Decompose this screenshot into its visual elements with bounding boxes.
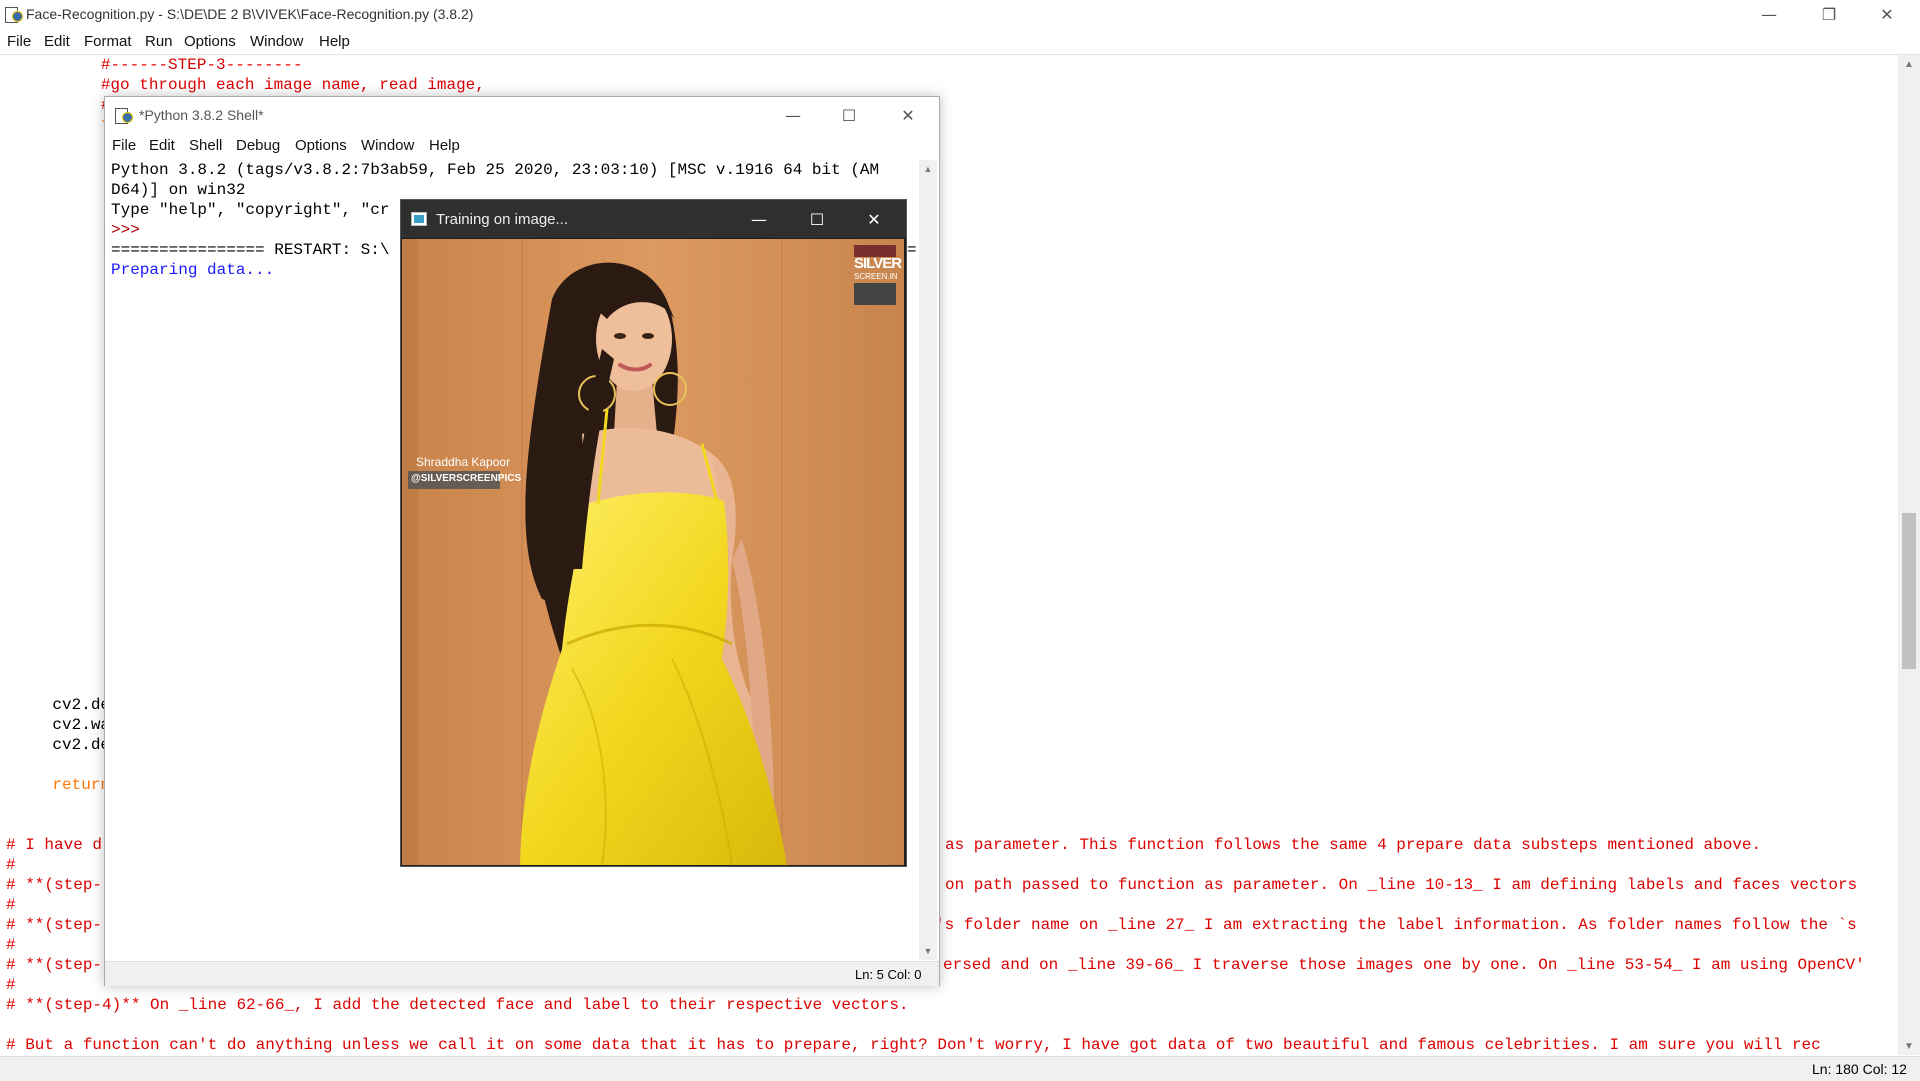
shell-menubar: File Edit Shell Debug Options Window Hel…	[105, 133, 939, 159]
menu-window[interactable]: Window	[250, 33, 303, 50]
scroll-up-icon[interactable]: ▲	[919, 164, 937, 174]
editor-cursor-position: Ln: 180 Col: 12	[1812, 1061, 1907, 1077]
opencv-window-icon	[411, 212, 427, 226]
code-line: cv2.wa	[14, 716, 111, 734]
menu-help[interactable]: Help	[319, 33, 350, 50]
shell-statusbar: Ln: 5 Col: 0	[105, 961, 939, 986]
photo-caption-name: Shraddha Kapoor	[416, 455, 511, 469]
shell-menu-help[interactable]: Help	[429, 137, 460, 154]
shell-cursor-position: Ln: 5 Col: 0	[855, 967, 922, 982]
comment-line: as parameter. This function follows the …	[945, 836, 1762, 854]
close-button[interactable]: ✕	[1864, 0, 1910, 29]
menu-edit[interactable]: Edit	[44, 33, 70, 50]
scroll-down-icon[interactable]: ▼	[1898, 1041, 1920, 1052]
comment-line: #	[6, 856, 16, 874]
training-close-button[interactable]: ✕	[845, 200, 903, 238]
training-window-title: Training on image...	[436, 211, 569, 228]
training-image-window: Training on image... — ☐ ✕ SILVER SCREEN…	[400, 199, 907, 867]
shell-menu-options[interactable]: Options	[295, 137, 347, 154]
watermark-logo: SILVER	[854, 255, 902, 272]
shell-window-title: *Python 3.8.2 Shell*	[139, 107, 264, 123]
editor-menubar: File Edit Format Run Options Window Help	[0, 29, 1920, 55]
minimize-button[interactable]: —	[1746, 0, 1792, 29]
comment-line: ersed and on _line 39-66_ I traverse tho…	[943, 956, 1865, 974]
shell-prompt: >>>	[111, 221, 150, 239]
shell-line: Python 3.8.2 (tags/v3.8.2:7b3ab59, Feb 2…	[111, 161, 880, 179]
shell-menu-shell[interactable]: Shell	[189, 137, 222, 154]
shell-minimize-button[interactable]: —	[768, 97, 818, 133]
photo-caption-handle: @SILVERSCREENPICS	[411, 473, 522, 484]
shell-titlebar: *Python 3.8.2 Shell* — ☐ ✕	[105, 97, 939, 133]
restore-button[interactable]: ❐	[1806, 0, 1852, 29]
training-photo: SILVER SCREEN.IN Shraddha Kapoor @SILVER…	[402, 239, 904, 865]
comment-line: # I have d	[6, 836, 103, 854]
training-maximize-button[interactable]: ☐	[788, 200, 846, 238]
scroll-down-icon[interactable]: ▼	[919, 946, 937, 956]
shell-line: Preparing data...	[111, 261, 275, 279]
shell-line-fragment: =	[907, 241, 917, 259]
comment-line: #	[6, 936, 16, 954]
portrait-photo	[402, 239, 904, 865]
menu-run[interactable]: Run	[145, 33, 173, 50]
shell-menu-file[interactable]: File	[112, 137, 136, 154]
comment-line: # **(step-	[6, 956, 103, 974]
code-line: #------STEP-3--------	[24, 56, 303, 74]
shell-vertical-scrollbar[interactable]: ▲ ▼	[919, 160, 937, 960]
shell-close-button[interactable]: ✕	[883, 97, 933, 133]
shell-line: D64)] on win32	[111, 181, 246, 199]
idle-file-icon	[5, 6, 23, 23]
comment-line: # **(step-	[6, 916, 103, 934]
menu-options[interactable]: Options	[184, 33, 236, 50]
shell-menu-edit[interactable]: Edit	[149, 137, 175, 154]
code-line: cv2.de	[14, 696, 111, 714]
shell-line: ================ RESTART: S:\	[111, 241, 390, 259]
comment-line: # But a function can't do anything unles…	[6, 1036, 1821, 1054]
code-line: return	[14, 776, 111, 794]
menu-file[interactable]: File	[7, 33, 31, 50]
editor-statusbar: Ln: 180 Col: 12	[0, 1056, 1920, 1081]
comment-line: #	[6, 976, 16, 994]
scroll-up-icon[interactable]: ▲	[1898, 59, 1920, 70]
editor-titlebar: Face-Recognition.py - S:\DE\DE 2 B\VIVEK…	[0, 0, 1920, 29]
scrollbar-thumb[interactable]	[1902, 513, 1916, 669]
training-minimize-button[interactable]: —	[730, 200, 788, 238]
editor-window-title: Face-Recognition.py - S:\DE\DE 2 B\VIVEK…	[26, 6, 474, 22]
comment-line: 's folder name on _line 27_ I am extract…	[935, 916, 1857, 934]
idle-shell-icon	[115, 107, 133, 124]
watermark-logo-sub: SCREEN.IN	[854, 272, 898, 281]
comment-line: # **(step-	[6, 876, 103, 894]
shell-maximize-button[interactable]: ☐	[824, 97, 874, 133]
shell-menu-debug[interactable]: Debug	[236, 137, 280, 154]
shell-line: Type "help", "copyright", "cr	[111, 201, 390, 219]
comment-line: # **(step-4)** On _line 62-66_, I add th…	[6, 996, 909, 1014]
comment-line: #	[6, 896, 16, 914]
menu-format[interactable]: Format	[84, 33, 132, 50]
code-line: cv2.de	[14, 736, 111, 754]
comment-line: on path passed to function as parameter.…	[945, 876, 1858, 894]
training-titlebar: Training on image... — ☐ ✕	[401, 200, 906, 238]
editor-vertical-scrollbar[interactable]: ▲ ▼	[1898, 55, 1920, 1055]
code-line: #go through each image name, read image,	[24, 76, 485, 94]
shell-menu-window[interactable]: Window	[361, 137, 414, 154]
